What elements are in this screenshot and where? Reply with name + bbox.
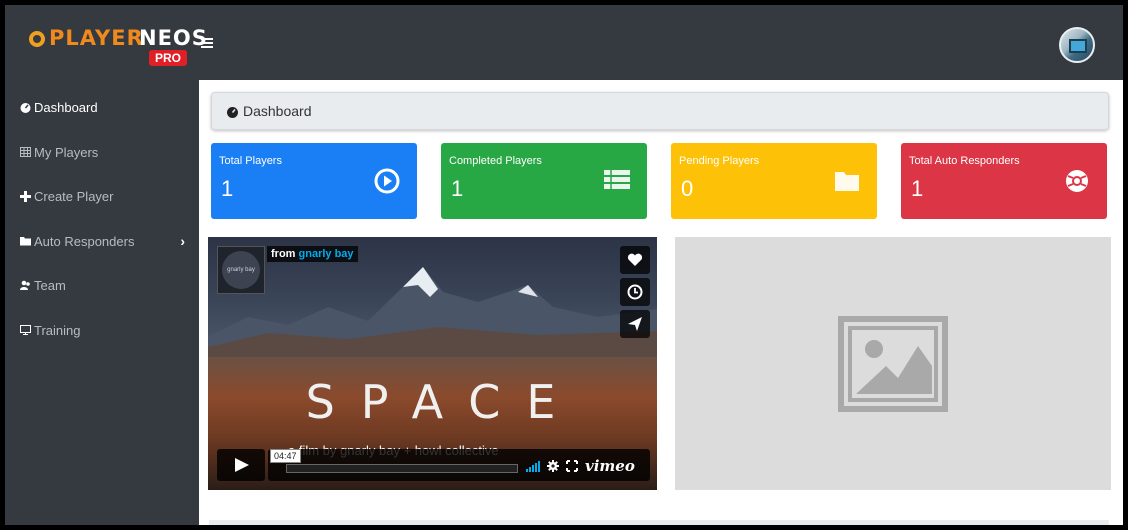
stat-title: Completed Players (449, 155, 542, 167)
video-byline[interactable]: from gnarly bay (267, 246, 358, 262)
volume-icon[interactable] (526, 460, 540, 472)
heart-icon (627, 253, 643, 266)
stat-title: Total Auto Responders (909, 155, 1020, 167)
share-button[interactable] (620, 310, 650, 338)
sidebar-item-auto-responders[interactable]: Auto Responders › (19, 231, 189, 251)
main-content: Dashboard Total Players 1 Completed Play… (199, 80, 1123, 525)
video-player[interactable]: gnarly bay from gnarly bay SPACE a film … (208, 237, 657, 490)
stat-count: 1 (451, 176, 464, 201)
users-icon (19, 280, 31, 291)
logo[interactable]: PLAYER NEOS PRO (29, 25, 207, 66)
clock-icon (627, 284, 643, 300)
life-ring-icon (1066, 170, 1088, 192)
video-time: 04:47 (270, 449, 301, 463)
sidebar-item-label: Dashboard (34, 99, 98, 115)
watch-later-button[interactable] (620, 278, 650, 306)
progress-track[interactable] (286, 464, 518, 473)
stat-title: Total Players (219, 155, 282, 167)
media-placeholder (675, 237, 1111, 490)
top-navbar: PLAYER NEOS PRO (5, 5, 1123, 80)
stat-card-completed-players[interactable]: Completed Players 1 (441, 143, 647, 219)
vimeo-logo[interactable]: vimeo (585, 457, 635, 475)
sidebar-item-label: Team (34, 277, 66, 293)
app-window: PLAYER NEOS PRO Dashboard My Players Cre… (5, 5, 1123, 525)
breadcrumb-label: Dashboard (243, 103, 312, 119)
logo-text-player: PLAYER (49, 26, 144, 50)
channel-avatar: gnarly bay (222, 251, 260, 289)
like-button[interactable] (620, 246, 650, 274)
sidebar-item-dashboard[interactable]: Dashboard (19, 97, 189, 117)
folder-icon (835, 172, 859, 191)
video-controls-bar: 04:47 vimeo (268, 449, 650, 481)
fullscreen-icon[interactable] (566, 460, 578, 472)
avatar[interactable] (1059, 27, 1095, 63)
stat-count: 0 (681, 176, 694, 201)
byline-prefix: from (271, 248, 296, 260)
stat-title: Pending Players (679, 155, 760, 167)
chevron-right-icon[interactable]: › (180, 233, 185, 249)
desktop-icon (19, 324, 31, 336)
sidebar-item-create-player[interactable]: Create Player (19, 186, 189, 206)
tachometer-icon (19, 102, 31, 113)
sidebar-item-label: Training (34, 322, 81, 338)
play-button[interactable] (217, 449, 265, 481)
plus-icon (19, 190, 31, 202)
list-icon (604, 170, 630, 189)
tachometer-icon (226, 105, 240, 118)
sidebar-item-team[interactable]: Team (19, 275, 189, 295)
sidebar-item-label: Auto Responders (34, 233, 135, 249)
sidebar: Dashboard My Players Create Player Auto … (5, 80, 199, 525)
logo-ring-icon (29, 31, 45, 47)
sidebar-item-my-players[interactable]: My Players (19, 142, 189, 162)
sidebar-item-training[interactable]: Training (19, 320, 189, 340)
logo-text-neos: NEOS (139, 26, 208, 50)
play-circle-icon (374, 168, 400, 194)
table-icon (19, 146, 31, 158)
logo-pro-badge: PRO (149, 50, 188, 66)
folder-icon (19, 236, 31, 247)
video-controls: vimeo (526, 457, 635, 475)
stat-count: 1 (221, 176, 234, 201)
bottom-panel-edge (209, 520, 1109, 525)
sidebar-item-label: Create Player (34, 188, 114, 204)
channel-badge[interactable]: gnarly bay (217, 246, 265, 294)
image-icon (838, 316, 948, 412)
breadcrumb: Dashboard (211, 92, 1109, 130)
sidebar-item-label: My Players (34, 144, 99, 160)
settings-gear-icon[interactable] (547, 460, 559, 472)
stat-card-total-auto-responders[interactable]: Total Auto Responders 1 (901, 143, 1107, 219)
send-icon (628, 317, 642, 331)
byline-channel[interactable]: gnarly bay (299, 248, 354, 260)
stat-count: 1 (911, 176, 924, 201)
stat-card-pending-players[interactable]: Pending Players 0 (671, 143, 877, 219)
hamburger-menu-icon[interactable] (201, 38, 213, 48)
video-title-overlay: SPACE (305, 375, 582, 429)
avatar-image (1069, 39, 1087, 53)
stat-card-total-players[interactable]: Total Players 1 (211, 143, 417, 219)
